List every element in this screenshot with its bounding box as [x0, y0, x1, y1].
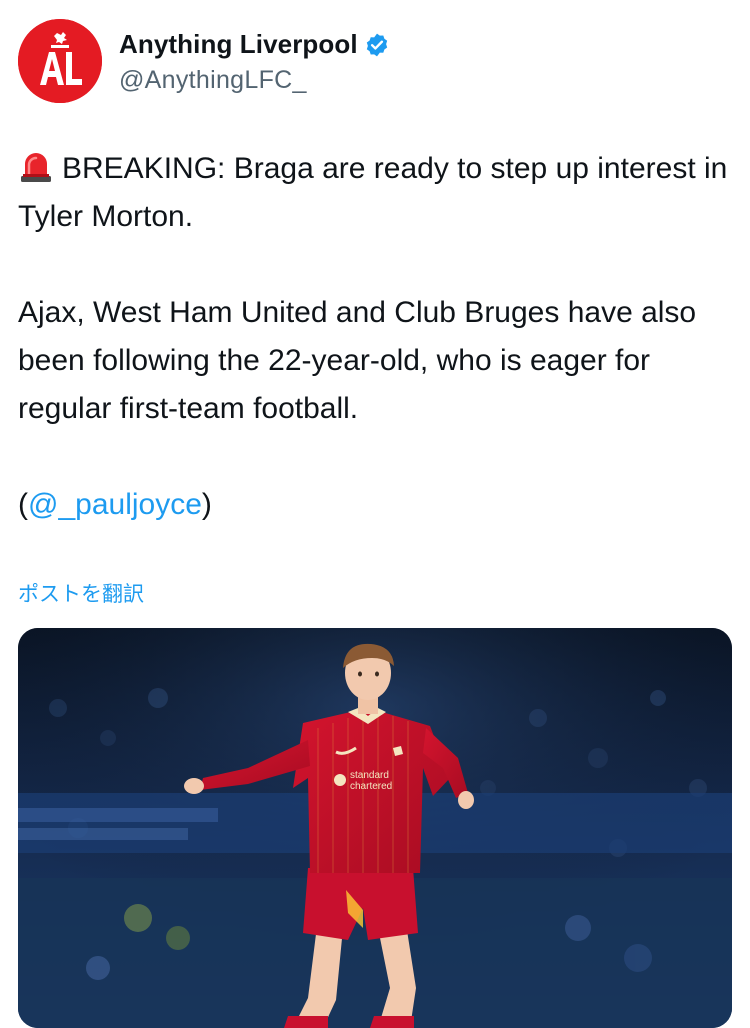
tweet-paragraph-1: BREAKING: Braga are ready to step up int… — [18, 145, 730, 241]
translate-post-link[interactable]: ポストを翻訳 — [18, 578, 144, 608]
sponsor-text-top: standard — [350, 770, 389, 781]
avatar[interactable]: AL — [18, 19, 102, 103]
tweet-media-image[interactable]: standard chartered — [18, 628, 732, 1028]
user-handle[interactable]: @AnythingLFC_ — [119, 66, 390, 95]
verified-badge-icon — [366, 33, 387, 56]
player-photo: standard chartered — [18, 628, 732, 1028]
breaking-text: BREAKING: Braga are ready to step up int… — [18, 152, 728, 233]
tweet-paragraph-2: Ajax, West Ham United and Club Bruges ha… — [18, 296, 697, 425]
tweet-header: AL Anything Liverpool @AnythingLFC_ — [18, 19, 390, 103]
tweet-paragraph-3: (@_pauljoyce) — [18, 481, 730, 529]
liverbird-logo-icon: AL — [18, 19, 102, 103]
display-name[interactable]: Anything Liverpool — [119, 29, 358, 60]
sponsor-text-bottom: chartered — [350, 781, 392, 792]
paren-close: ) — [201, 488, 212, 521]
siren-icon — [21, 153, 51, 182]
tweet-text: BREAKING: Braga are ready to step up int… — [18, 145, 730, 529]
paren-open: ( — [18, 488, 28, 521]
mention-link[interactable]: @_pauljoyce — [28, 488, 202, 521]
